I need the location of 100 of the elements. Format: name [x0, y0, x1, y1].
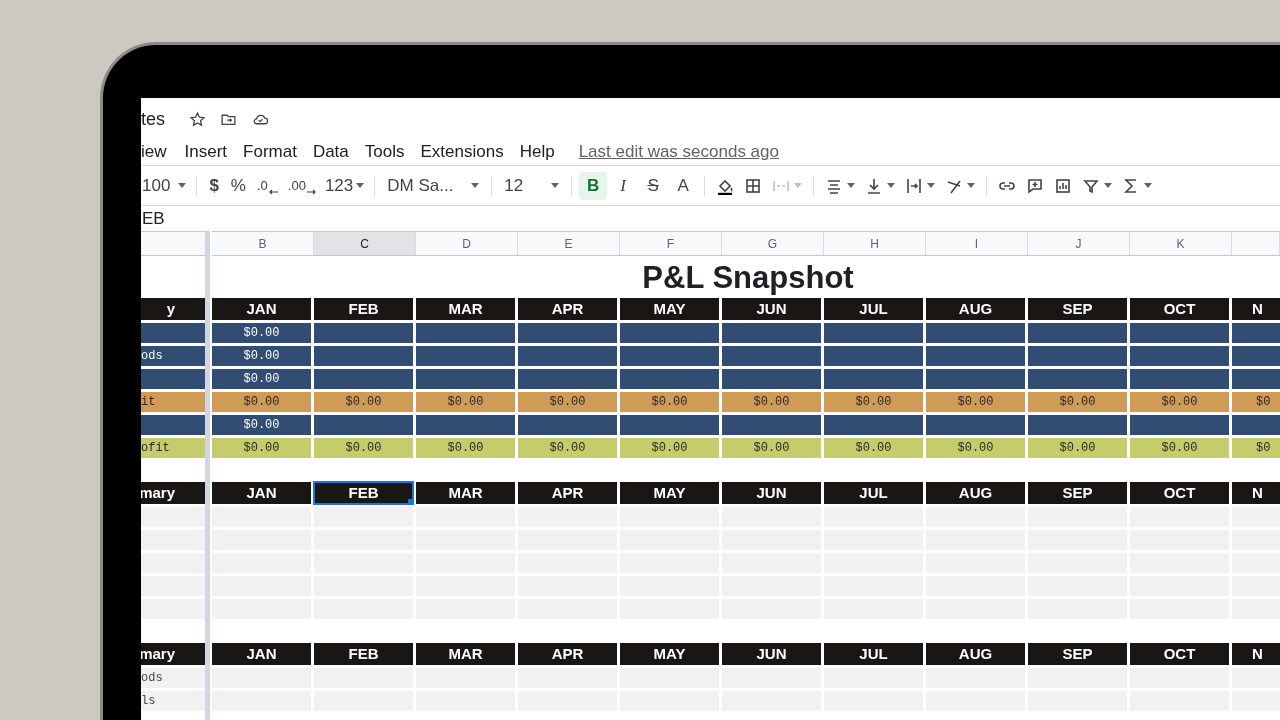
row-label-cell [141, 553, 205, 573]
row-label-cell [141, 323, 205, 343]
decrease-decimal-button[interactable]: .0 [251, 175, 283, 196]
column-header[interactable]: H [824, 232, 926, 255]
month-header-cell[interactable]: JUL [824, 482, 923, 504]
value-cell: $0.00 [518, 438, 617, 458]
column-header[interactable]: I [926, 232, 1028, 255]
month-header-cell[interactable]: N [1232, 643, 1280, 665]
column-header[interactable]: D [416, 232, 518, 255]
value-cell: $0.00 [212, 438, 311, 458]
caret-icon [887, 183, 896, 188]
value-cell: $0.00 [824, 438, 923, 458]
month-header-cell[interactable]: MAR [416, 482, 515, 504]
row-label-cell [141, 369, 205, 389]
row-label-cell: ods [141, 668, 205, 688]
menu-item[interactable]: iew [141, 138, 167, 165]
value-cell: $0.00 [314, 438, 413, 458]
month-header-cell[interactable]: SEP [1028, 643, 1127, 665]
value-cell [1232, 415, 1280, 435]
value-cell [1232, 323, 1280, 343]
value-cell: $0.00 [314, 392, 413, 412]
star-icon[interactable] [189, 110, 206, 128]
column-header[interactable]: C [314, 232, 416, 255]
section-header-cell: y [141, 298, 205, 320]
menu-item[interactable]: Data [312, 138, 349, 165]
month-header-cell[interactable]: APR [518, 643, 617, 665]
month-header-cell[interactable]: MAR [416, 298, 515, 320]
month-header-cell[interactable]: FEB [314, 482, 413, 504]
selection-handle[interactable] [408, 499, 413, 504]
value-cell: $0.00 [416, 438, 515, 458]
month-header-cell[interactable]: AUG [926, 298, 1025, 320]
month-header-cell[interactable]: APR [518, 298, 617, 320]
column-header[interactable]: G [722, 232, 824, 255]
menu-item[interactable]: Extensions [420, 138, 504, 165]
caret-icon [1144, 183, 1153, 188]
menu-item[interactable]: Help [519, 138, 555, 165]
month-header-cell[interactable]: MAY [620, 643, 719, 665]
value-cell: $0.00 [212, 415, 311, 435]
value-cell: $0.00 [722, 392, 821, 412]
row-label-cell: ods [141, 346, 205, 366]
month-header-cell[interactable]: N [1232, 482, 1280, 504]
value-cell: $0.00 [1130, 438, 1229, 458]
number-format-dropdown[interactable]: 123 [320, 172, 369, 199]
month-header-cell[interactable]: JAN [212, 482, 311, 504]
font-dropdown[interactable]: DM Sa... [381, 172, 486, 199]
menu-item[interactable]: Format [243, 138, 297, 165]
month-header-cell[interactable]: MAY [620, 298, 719, 320]
month-header-cell[interactable]: JUL [824, 298, 923, 320]
value-cell: $0.00 [620, 392, 719, 412]
row-label-cell [141, 576, 205, 596]
right-arrow-icon [306, 189, 316, 196]
month-header-cell[interactable]: FEB [314, 643, 413, 665]
caret-icon [927, 183, 936, 188]
text-style-button[interactable]: A [669, 171, 698, 200]
value-cell: $0.00 [620, 438, 719, 458]
row-label-cell: ofit [141, 438, 205, 458]
row-label-cell [141, 415, 205, 435]
month-header-cell[interactable]: JUN [722, 298, 821, 320]
month-header-cell[interactable]: SEP [1028, 482, 1127, 504]
currency-button[interactable]: $ [203, 172, 225, 199]
row-label-cell: it [141, 392, 205, 412]
value-cell: $0.00 [722, 438, 821, 458]
month-header-cell[interactable]: JUN [722, 643, 821, 665]
month-header-cell[interactable]: AUG [926, 643, 1025, 665]
document-title: tes [141, 107, 165, 131]
month-header-cell[interactable]: JUL [824, 643, 923, 665]
month-header-cell[interactable]: MAY [620, 482, 719, 504]
caret-icon [356, 183, 365, 188]
month-header-cell[interactable]: MAR [416, 643, 515, 665]
text-style-button[interactable]: S [639, 171, 668, 200]
month-header-cell[interactable]: JAN [212, 643, 311, 665]
month-header-cell[interactable]: OCT [1130, 298, 1229, 320]
text-style-button[interactable]: I [609, 171, 638, 200]
increase-decimal-button[interactable]: .00 [282, 175, 321, 196]
month-header-cell[interactable]: SEP [1028, 298, 1127, 320]
column-header[interactable]: J [1028, 232, 1130, 255]
month-header-cell[interactable]: N [1232, 298, 1280, 320]
month-header-cell[interactable]: AUG [926, 482, 1025, 504]
caret-icon [551, 183, 560, 188]
caret-icon [794, 183, 803, 188]
last-edit-link[interactable]: Last edit was seconds ago [578, 138, 779, 165]
month-header-cell[interactable]: JUN [722, 482, 821, 504]
month-header-cell[interactable]: OCT [1130, 643, 1229, 665]
value-cell: $0.00 [212, 346, 311, 366]
month-header-cell[interactable]: APR [518, 482, 617, 504]
borders-icon [744, 176, 763, 195]
value-cell: $0 [1232, 392, 1280, 412]
zoom-dropdown[interactable]: 100 [141, 172, 191, 199]
text-style-button[interactable]: B [579, 171, 608, 200]
menu-item[interactable]: Tools [364, 138, 405, 165]
month-header-cell[interactable]: OCT [1130, 482, 1229, 504]
value-cell: $0.00 [824, 392, 923, 412]
column-header[interactable]: F [620, 232, 722, 255]
column-header[interactable]: K [1130, 232, 1232, 255]
month-header-cell[interactable]: JAN [212, 298, 311, 320]
column-header[interactable]: E [518, 232, 620, 255]
font-size-dropdown[interactable]: 12 [498, 172, 566, 199]
percent-button[interactable]: % [224, 172, 252, 199]
menu-item[interactable]: Insert [184, 138, 228, 165]
month-header-cell[interactable]: FEB [314, 298, 413, 320]
